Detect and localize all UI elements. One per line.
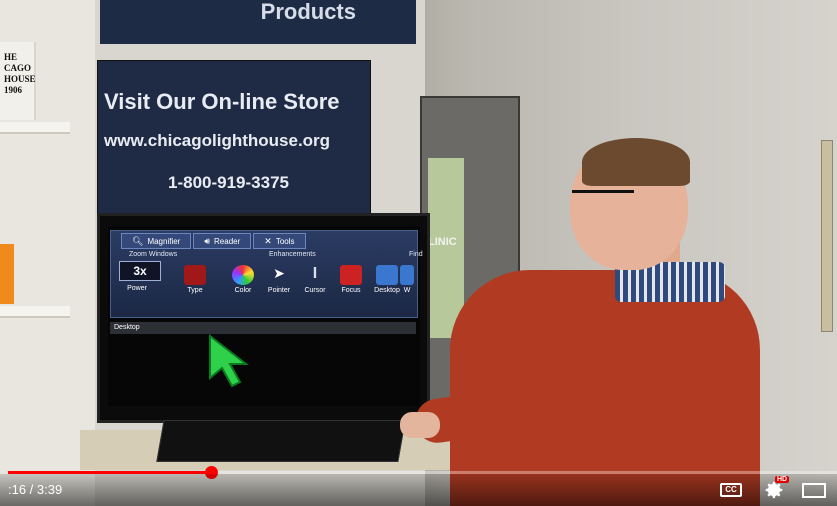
tool-label: Power xyxy=(127,285,147,292)
player-controls: :16 / 3:39 CC HD xyxy=(0,474,837,506)
focus-tool[interactable]: Focus xyxy=(331,261,371,294)
monitor-screen: 🔍︎ Magnifier 🔊︎ Reader ✕ Tools Zoom Wind… xyxy=(108,226,423,406)
color-icon xyxy=(232,265,254,285)
more-tool[interactable]: W xyxy=(397,261,417,294)
tool-label: Color xyxy=(234,287,252,294)
tool-label: W xyxy=(403,287,411,294)
orange-object xyxy=(0,244,14,304)
time-display: :16 / 3:39 xyxy=(8,482,63,497)
shelf-plank xyxy=(0,122,70,134)
group-zoom-windows: Zoom Windows xyxy=(129,251,178,258)
tab-label: Magnifier xyxy=(147,236,181,246)
store-poster: Visit Our On-line Store www.chicagolight… xyxy=(97,60,371,222)
poster-phone: 1-800-919-3375 xyxy=(168,173,289,192)
door-window xyxy=(428,158,464,338)
more-icon xyxy=(400,265,414,285)
tool-label: Focus xyxy=(341,287,361,294)
wall-frame xyxy=(821,140,833,332)
magnifier-icon: 🔍︎ xyxy=(132,235,144,246)
glasses xyxy=(572,190,634,205)
tool-label: Pointer xyxy=(267,287,291,294)
shelf-plank xyxy=(0,306,70,318)
pointer-icon: ➤ xyxy=(273,265,285,281)
speaker-icon: 🔊︎ xyxy=(204,235,211,246)
focus-icon xyxy=(340,265,362,285)
pointer-tool[interactable]: ➤ Pointer xyxy=(259,261,299,294)
type-tool[interactable]: Type xyxy=(175,261,215,294)
magnifier-toolbar: 🔍︎ Magnifier 🔊︎ Reader ✕ Tools Zoom Wind… xyxy=(110,230,423,318)
group-find: Find xyxy=(409,251,423,258)
poster-url: www.chicagolighthouse.org xyxy=(104,131,331,150)
hd-badge: HD xyxy=(775,476,790,483)
tool-row: Power Type Color ➤ Pointer I Cursor Focu… xyxy=(117,261,417,311)
theater-mode-button[interactable] xyxy=(802,483,826,498)
person-hand xyxy=(400,412,440,438)
tab-label: Reader xyxy=(214,236,241,246)
tool-label: Type xyxy=(187,287,203,294)
big-cursor-icon xyxy=(209,334,249,388)
tool-label: Cursor xyxy=(304,287,326,294)
person-hair xyxy=(582,138,690,186)
cursor-icon: I xyxy=(312,265,318,282)
tool-label: Desktop xyxy=(374,287,400,294)
monitor: 🔍︎ Magnifier 🔊︎ Reader ✕ Tools Zoom Wind… xyxy=(97,213,430,423)
group-enhancements: Enhancements xyxy=(269,251,316,258)
type-icon xyxy=(184,265,206,285)
desktop-icon xyxy=(376,265,398,285)
poster-headline: Visit Our On-line Store xyxy=(104,89,340,114)
tab-magnifier[interactable]: 🔍︎ Magnifier xyxy=(121,233,192,249)
status-label: Desktop xyxy=(114,324,140,331)
tab-tools[interactable]: ✕ Tools xyxy=(253,233,306,249)
products-sign: Products xyxy=(100,0,416,44)
cursor-tool[interactable]: I Cursor xyxy=(295,261,335,294)
tools-icon: ✕ xyxy=(264,235,272,246)
status-bar: Desktop xyxy=(110,322,416,334)
tab-label: Tools xyxy=(275,236,295,246)
captions-button[interactable]: CC xyxy=(720,483,742,497)
video-player[interactable]: HE CAGO HOUSE 1906 Products Visit Our On… xyxy=(0,0,837,506)
mug-logo: HE CAGO HOUSE 1906 xyxy=(0,42,36,120)
toolbar-tabs: 🔍︎ Magnifier 🔊︎ Reader ✕ Tools xyxy=(121,233,308,249)
tab-reader[interactable]: 🔊︎ Reader xyxy=(193,233,252,249)
keyboard xyxy=(156,420,406,462)
door-sign: LINIC xyxy=(428,236,457,248)
color-tool[interactable]: Color xyxy=(223,261,263,294)
power-tool[interactable]: Power xyxy=(117,285,157,292)
